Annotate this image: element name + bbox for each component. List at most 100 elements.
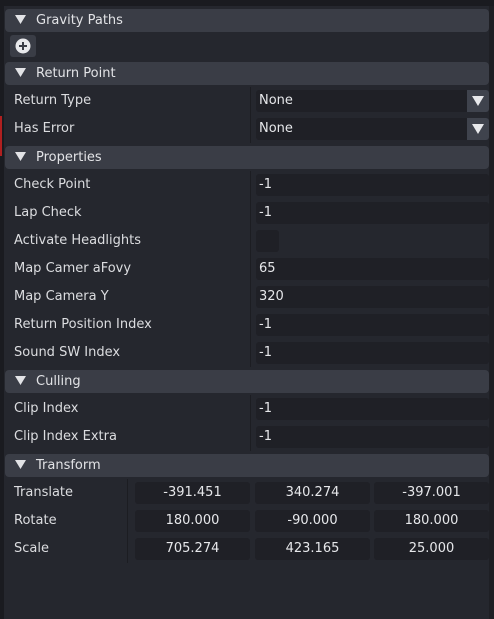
divider (250, 255, 251, 283)
property-row-activate-headlights: Activate Headlights (5, 227, 489, 255)
property-row-scale: Scale 705.274 423.165 25.000 (5, 535, 489, 563)
collapse-arrow-icon[interactable] (15, 459, 26, 474)
clip-index-input[interactable]: -1 (256, 398, 489, 420)
property-label: Lap Check (14, 205, 82, 220)
return-type-dropdown[interactable]: None (256, 90, 489, 112)
has-error-dropdown[interactable]: None (256, 118, 489, 140)
input-value: 320 (259, 289, 284, 304)
property-label: Map Camer aFovy (14, 261, 132, 276)
input-value: -1 (259, 205, 272, 220)
divider (250, 171, 251, 199)
triangle-down-icon (472, 96, 484, 106)
scale-y-input[interactable]: 423.165 (255, 538, 370, 560)
property-label: Scale (14, 541, 49, 556)
input-value: -391.451 (163, 485, 222, 500)
left-edge (0, 6, 4, 619)
properties-panel: Gravity Paths Return Point Return Type N… (5, 6, 489, 619)
dropdown-value: None (259, 121, 293, 136)
scale-x-input[interactable]: 705.274 (135, 538, 250, 560)
property-row-return-position-index: Return Position Index -1 (5, 311, 489, 339)
activate-headlights-checkbox[interactable] (256, 230, 279, 252)
section-gravity-paths[interactable]: Gravity Paths (5, 9, 489, 32)
property-label: Check Point (14, 177, 91, 192)
divider (127, 479, 128, 507)
input-value: 65 (259, 261, 276, 276)
section-transform[interactable]: Transform (5, 454, 489, 477)
section-return-point[interactable]: Return Point (5, 62, 489, 85)
input-value: -90.000 (287, 513, 338, 528)
translate-z-input[interactable]: -397.001 (374, 482, 489, 504)
input-value: -1 (259, 345, 272, 360)
rotate-y-input[interactable]: -90.000 (255, 510, 370, 532)
map-camera-fovy-input[interactable]: 65 (256, 258, 489, 280)
collapse-arrow-icon[interactable] (15, 151, 26, 166)
translate-x-input[interactable]: -391.451 (135, 482, 250, 504)
clip-index-extra-input[interactable]: -1 (256, 426, 489, 448)
add-gravity-path-button[interactable] (10, 35, 36, 57)
collapse-arrow-icon[interactable] (15, 375, 26, 390)
property-row-map-camera-fovy: Map Camer aFovy 65 (5, 255, 489, 283)
scrollbar-track[interactable] (489, 6, 494, 619)
input-value: -1 (259, 429, 272, 444)
property-label: Return Position Index (14, 317, 152, 332)
collapse-arrow-icon[interactable] (15, 14, 26, 29)
divider (250, 395, 251, 423)
section-properties[interactable]: Properties (5, 146, 489, 169)
section-title: Culling (36, 374, 81, 389)
input-value: -1 (259, 317, 272, 332)
section-title: Gravity Paths (36, 13, 123, 28)
section-title: Properties (36, 150, 102, 165)
red-marker (0, 116, 2, 156)
check-point-input[interactable]: -1 (256, 174, 489, 196)
divider (127, 535, 128, 563)
property-label: Rotate (14, 513, 57, 528)
sound-sw-index-input[interactable]: -1 (256, 342, 489, 364)
property-label: Map Camera Y (14, 289, 109, 304)
return-position-index-input[interactable]: -1 (256, 314, 489, 336)
dropdown-arrow-button[interactable] (467, 90, 489, 112)
property-label: Return Type (14, 93, 92, 108)
divider (127, 507, 128, 535)
property-row-clip-index-extra: Clip Index Extra -1 (5, 423, 489, 451)
section-title: Return Point (36, 66, 116, 81)
input-value: 25.000 (408, 541, 455, 556)
input-value: -1 (259, 177, 272, 192)
scale-z-input[interactable]: 25.000 (374, 538, 489, 560)
property-label: Sound SW Index (14, 345, 121, 360)
divider (250, 423, 251, 451)
divider (250, 227, 251, 255)
property-row-check-point: Check Point -1 (5, 171, 489, 199)
property-row-translate: Translate -391.451 340.274 -397.001 (5, 479, 489, 507)
property-row-map-camera-y: Map Camera Y 320 (5, 283, 489, 311)
input-value: 340.274 (285, 485, 340, 500)
lap-check-input[interactable]: -1 (256, 202, 489, 224)
rotate-x-input[interactable]: 180.000 (135, 510, 250, 532)
property-label: Clip Index Extra (14, 429, 117, 444)
property-label: Clip Index (14, 401, 79, 416)
section-culling[interactable]: Culling (5, 370, 489, 393)
input-value: -1 (259, 401, 272, 416)
property-label: Translate (14, 485, 74, 500)
property-row-lap-check: Lap Check -1 (5, 199, 489, 227)
input-value: 180.000 (404, 513, 459, 528)
rotate-z-input[interactable]: 180.000 (374, 510, 489, 532)
input-value: -397.001 (402, 485, 461, 500)
input-value: 705.274 (165, 541, 220, 556)
divider (250, 87, 251, 115)
input-value: 180.000 (165, 513, 220, 528)
translate-y-input[interactable]: 340.274 (255, 482, 370, 504)
dropdown-arrow-button[interactable] (467, 118, 489, 140)
property-label: Activate Headlights (14, 233, 141, 248)
input-value: 423.165 (285, 541, 340, 556)
divider (250, 339, 251, 367)
divider (250, 115, 251, 143)
divider (250, 283, 251, 311)
dropdown-value: None (259, 93, 293, 108)
property-row-rotate: Rotate 180.000 -90.000 180.000 (5, 507, 489, 535)
map-camera-y-input[interactable]: 320 (256, 286, 489, 308)
collapse-arrow-icon[interactable] (15, 67, 26, 82)
property-row-return-type: Return Type None (5, 87, 489, 115)
triangle-down-icon (472, 124, 484, 134)
property-row-clip-index: Clip Index -1 (5, 395, 489, 423)
divider (250, 311, 251, 339)
